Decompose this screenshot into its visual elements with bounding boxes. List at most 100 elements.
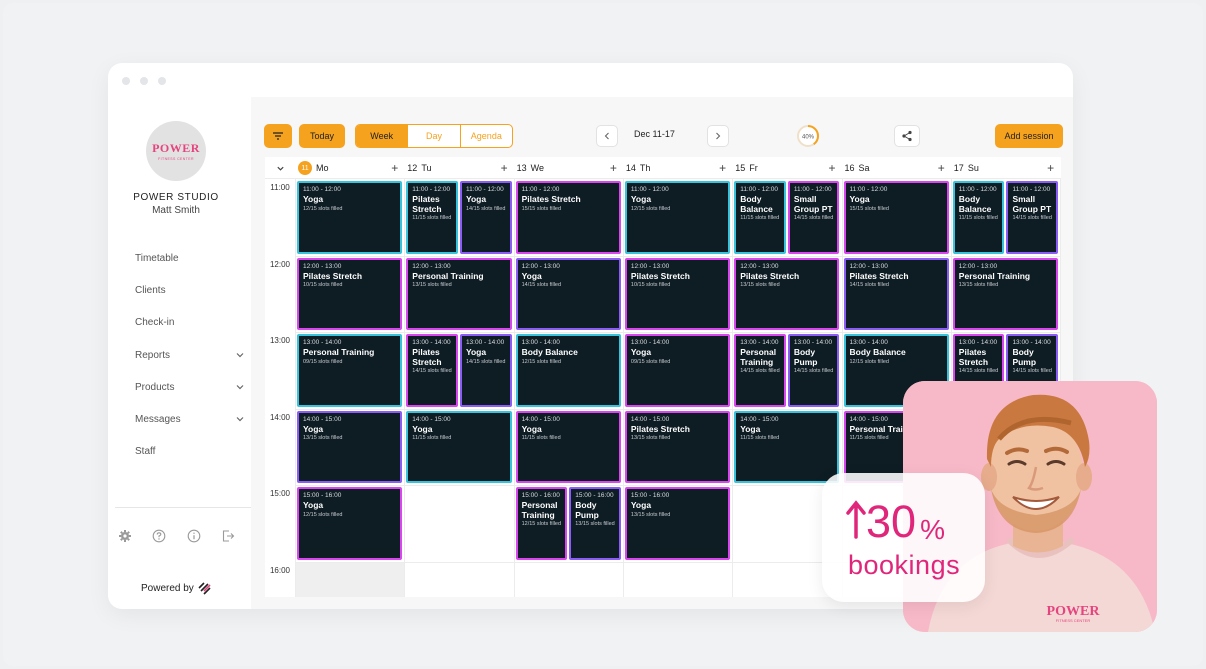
class-session[interactable]: 11:00 - 12:00 Body Balance 11/15 slots fil…	[952, 181, 1005, 254]
session-name: Pilates Stretch	[303, 270, 363, 281]
window-dot	[122, 77, 130, 85]
class-session[interactable]: 11:00 - 12:00 Pilates Stretch 11/15 slots …	[406, 181, 458, 254]
class-session[interactable]: 15:00 - 16:00 Yoga 13/15 slots filled	[624, 487, 731, 560]
class-session[interactable]: 14:00 - 15:00 Yoga 13/15 slots filled	[297, 410, 403, 483]
prev-week-button[interactable]	[596, 125, 618, 147]
studio-avatar[interactable]: POWER FITNESS CENTER	[146, 121, 206, 181]
class-session[interactable]: 12:00 - 13:00 Pilates Stretch 14/15 slots …	[843, 257, 949, 330]
share-button[interactable]	[894, 125, 920, 147]
day-name: Th	[639, 163, 651, 173]
capacity-progress-ring: 40%	[797, 125, 819, 147]
class-session[interactable]: 12:00 - 13:00 Pilates Stretch 13/15 slots …	[734, 257, 840, 330]
class-session[interactable]: 13:00 - 14:00 Yoga 14/15 slots filled	[459, 334, 512, 407]
grid-line	[732, 179, 734, 597]
chevron-down-icon	[236, 417, 244, 422]
class-session[interactable]: 13:00 - 14:00 Yoga 09/15 slots filled	[624, 334, 731, 407]
capacity-progress-label: 40%	[802, 135, 815, 141]
sidebar-item-products[interactable]: Products	[135, 371, 245, 403]
add-to-day-button[interactable]: +	[719, 161, 726, 175]
class-session[interactable]: 13:00 - 14:00 Personal Training 09/15 slot…	[297, 334, 403, 407]
session-slots: 14/15 slots filled	[521, 282, 562, 288]
class-session[interactable]: 12:00 - 13:00 Personal Training 13/15 slot…	[952, 257, 1059, 330]
class-session[interactable]: 13:00 - 14:00 Personal Training 14/15 slot…	[734, 334, 786, 407]
session-time: 12:00 - 13:00	[849, 262, 888, 270]
view-tab-day[interactable]: Day	[407, 125, 459, 147]
session-time: 11:00 - 12:00	[740, 186, 779, 193]
collapse-toggle[interactable]	[265, 157, 295, 179]
class-session[interactable]: 11:00 - 12:00 Small Group PT 14/15 slots f…	[1006, 181, 1059, 254]
grid-line	[513, 179, 515, 597]
class-session[interactable]: 15:00 - 16:00 Body Pump 13/15 slots filled	[569, 487, 621, 560]
next-week-button[interactable]	[707, 125, 729, 147]
class-session[interactable]: 14:00 - 15:00 Pilates Stretch 13/15 slots …	[624, 410, 731, 483]
add-to-day-button[interactable]: +	[828, 161, 835, 175]
window-dot	[158, 77, 166, 85]
session-time: 13:00 - 14:00	[793, 339, 833, 346]
shirt-logo-subtitle: FITNESS CENTER	[1056, 618, 1091, 623]
add-session-button[interactable]: Add session	[995, 124, 1063, 148]
session-name: Yoga	[303, 194, 324, 204]
class-session[interactable]: 12:00 - 13:00 Yoga 14/15 slots filled	[515, 257, 621, 330]
time-label: 11:00	[270, 183, 290, 192]
session-name: Pilates Stretch	[630, 423, 690, 434]
session-name: Small Group PT	[793, 194, 833, 214]
class-session[interactable]: 11:00 - 12:00 Yoga 15/15 slots filled	[843, 181, 949, 254]
session-time: 12:00 - 13:00	[521, 262, 560, 270]
day-number: 12	[407, 163, 418, 173]
filter-button[interactable]	[264, 124, 292, 148]
class-session[interactable]: 13:00 - 14:00 Pilates Stretch 14/15 slots …	[406, 334, 458, 407]
class-session[interactable]: 11:00 - 12:00 Small Group PT 14/15 slots f…	[787, 181, 840, 254]
class-session[interactable]: 14:00 - 15:00 Yoga 11/15 slots filled	[734, 410, 840, 483]
class-session[interactable]: 15:00 - 16:00 Yoga 12/15 slots filled	[297, 487, 403, 560]
time-label: 12:00	[269, 259, 291, 269]
sidebar-item-messages[interactable]: Messages	[135, 403, 245, 435]
view-tab-week[interactable]: Week	[356, 125, 408, 147]
add-to-day-button[interactable]: +	[1047, 161, 1054, 175]
session-time: 11:00 - 12:00	[849, 186, 888, 193]
class-session[interactable]: 15:00 - 16:00 Personal Training 12/15 slot…	[515, 487, 568, 560]
class-session[interactable]: 12:00 - 13:00 Personal Training 13/15 slot…	[406, 257, 512, 330]
class-session[interactable]: 11:00 - 12:00 Yoga 12/15 slots filled	[297, 181, 403, 254]
sidebar-item-check-in[interactable]: Check-in	[135, 307, 245, 339]
user-name: Matt Smith	[152, 205, 200, 216]
class-session[interactable]: 11:00 - 12:00 Yoga 12/15 slots filled	[624, 181, 731, 254]
sidebar-item-clients[interactable]: Clients	[135, 274, 245, 306]
grid-line	[404, 179, 406, 597]
session-name: Body Balance	[521, 347, 578, 357]
sidebar-nav: Timetable Clients Check-in Reports Produ…	[135, 242, 245, 468]
logout-icon[interactable]	[221, 529, 235, 543]
bookings-stat-card: 30% bookings	[822, 473, 985, 602]
add-to-day-button[interactable]: +	[501, 161, 508, 175]
view-tab-agenda[interactable]: Agenda	[459, 125, 512, 147]
class-session[interactable]: 13:00 - 14:00 Body Pump 14/15 slots filled	[787, 334, 840, 407]
class-session[interactable]: 12:00 - 13:00 Pilates Stretch 10/15 slots …	[624, 257, 731, 330]
add-to-day-button[interactable]: +	[391, 161, 398, 175]
class-session[interactable]: 13:00 - 14:00 Body Balance 12/15 slots fil…	[515, 334, 621, 407]
day-number: 13	[516, 163, 527, 173]
class-session[interactable]: 11:00 - 12:00 Yoga 14/15 slots filled	[459, 181, 512, 254]
time-label: 15:00	[269, 489, 291, 498]
help-icon[interactable]	[152, 529, 166, 543]
chevron-right-icon	[716, 132, 721, 140]
session-slots: 12/15 slots filled	[521, 521, 562, 527]
sidebar-item-timetable[interactable]: Timetable	[135, 242, 245, 274]
class-session[interactable]: 14:00 - 15:00 Yoga 11/15 slots filled	[406, 410, 512, 483]
session-slots: 13/15 slots filled	[630, 435, 671, 441]
sidebar-item-label: Staff	[135, 446, 156, 458]
add-to-day-button[interactable]: +	[938, 161, 945, 175]
today-button[interactable]: Today	[299, 124, 345, 148]
sidebar-item-staff[interactable]: Staff	[135, 436, 245, 468]
session-slots: 14/15 slots filled	[1012, 368, 1052, 374]
class-session[interactable]: 14:00 - 15:00 Yoga 11/15 slots filled	[515, 410, 621, 483]
session-time: 14:00 - 15:00	[740, 415, 779, 423]
class-session[interactable]: 12:00 - 13:00 Pilates Stretch 10/15 slots …	[297, 257, 403, 330]
sidebar-item-reports[interactable]: Reports	[135, 339, 245, 371]
vendor-logo-icon	[198, 582, 211, 595]
class-session[interactable]: 11:00 - 12:00 Body Balance 11/15 slots fil…	[734, 181, 786, 254]
add-to-day-button[interactable]: +	[610, 161, 617, 175]
info-icon[interactable]	[187, 529, 201, 543]
gear-icon[interactable]	[118, 529, 132, 543]
class-session[interactable]: 11:00 - 12:00 Pilates Stretch 15/15 slots …	[515, 181, 621, 254]
chevron-down-icon	[236, 385, 244, 390]
day-name: Sa	[858, 163, 870, 173]
